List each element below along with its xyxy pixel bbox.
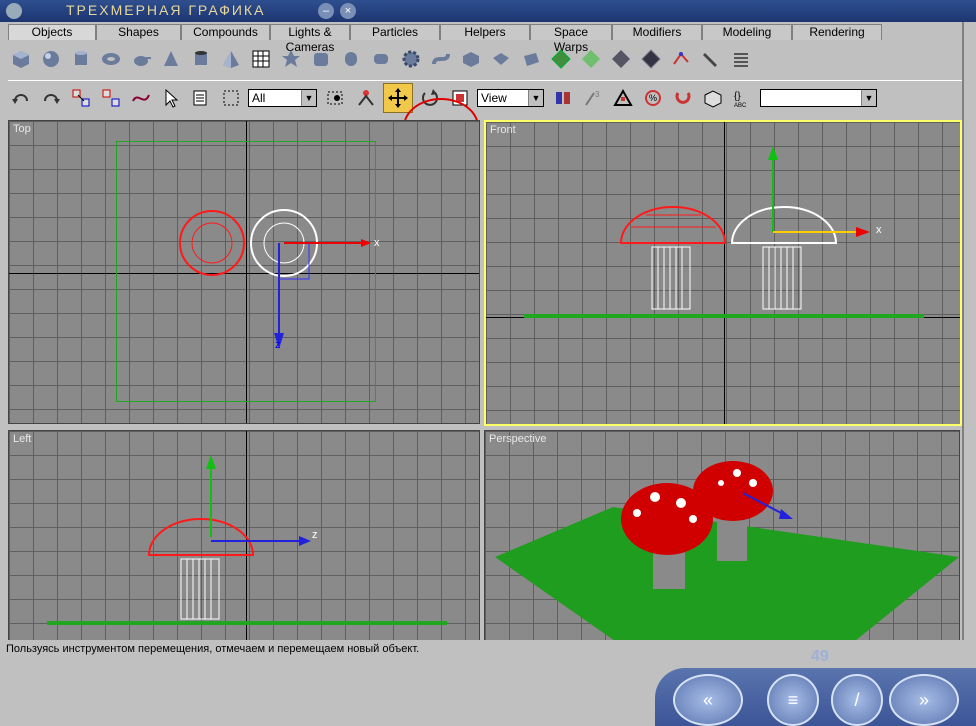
tab-helpers[interactable]: Helpers xyxy=(440,24,530,40)
objects-toolbar xyxy=(8,42,962,76)
select-and-move-button[interactable] xyxy=(383,83,413,113)
command-tabs: Objects Shapes Compounds Lights & Camera… xyxy=(8,24,882,54)
title-bar: ТРЕХМЕРНАЯ ГРАФИКА – × xyxy=(0,0,976,22)
page-number: 49 xyxy=(811,648,829,665)
close-button[interactable]: × xyxy=(340,3,356,19)
axis-label-x: x xyxy=(876,224,882,236)
navigation-bar: « ≡ / » xyxy=(655,668,976,726)
top-viewport[interactable]: Top x z xyxy=(8,120,480,424)
tab-space-warps[interactable]: Space Warps xyxy=(530,24,612,54)
teapot-icon[interactable] xyxy=(128,46,154,72)
reference-coord-value: View xyxy=(481,91,507,105)
chevron-down-icon: ▼ xyxy=(528,90,543,106)
perspective-view-objects xyxy=(495,461,959,641)
patch-grid-icon[interactable] xyxy=(548,46,574,72)
select-by-name-icon[interactable] xyxy=(188,85,214,111)
tab-compounds[interactable]: Compounds xyxy=(181,24,270,40)
torus-icon[interactable] xyxy=(98,46,124,72)
mirror-icon[interactable] xyxy=(610,85,636,111)
dummy-icon[interactable] xyxy=(698,46,724,72)
menu-button[interactable]: ≡ xyxy=(767,674,819,726)
chamfer-box-icon[interactable] xyxy=(308,46,334,72)
tab-modifiers[interactable]: Modifiers xyxy=(612,24,702,40)
status-caption: Пользуясь инструментом перемещения, отме… xyxy=(6,643,420,655)
select-and-link-icon[interactable] xyxy=(353,85,379,111)
geosphere-icon[interactable] xyxy=(278,46,304,72)
selection-filter-dropdown[interactable]: All ▼ xyxy=(248,89,317,107)
chevron-down-icon: ▼ xyxy=(301,90,316,106)
tab-modeling[interactable]: Modeling xyxy=(702,24,792,40)
tab-objects[interactable]: Objects xyxy=(8,24,96,40)
forward-button[interactable]: » xyxy=(889,674,959,726)
max-application: Objects Shapes Compounds Lights & Camera… xyxy=(0,22,964,642)
unlink-icon[interactable] xyxy=(98,85,124,111)
main-toolbar: All ▼ View ▼ 3 % {} ABC ▼ xyxy=(8,80,962,115)
angle-snap-icon[interactable]: % xyxy=(640,85,666,111)
back-button[interactable]: « xyxy=(673,674,743,726)
bone-icon[interactable] xyxy=(668,46,694,72)
pen-icon: / xyxy=(854,690,860,710)
prism-icon[interactable] xyxy=(518,46,544,72)
named-selection-icon[interactable] xyxy=(700,85,726,111)
axis-constraint-icon[interactable]: 3 xyxy=(580,85,606,111)
nurbs-surface-icon[interactable] xyxy=(608,46,634,72)
spindle-icon[interactable] xyxy=(488,46,514,72)
app-logo-icon xyxy=(6,3,22,19)
perspective-viewport[interactable]: Perspective xyxy=(484,430,960,642)
double-chevron-left-icon: « xyxy=(702,690,713,710)
rectangular-region-icon[interactable] xyxy=(218,85,244,111)
tab-particles[interactable]: Particles xyxy=(350,24,440,40)
front-view-objects xyxy=(524,146,924,318)
selection-filter-value: All xyxy=(252,91,266,105)
oiltank-icon[interactable] xyxy=(368,46,394,72)
cylinder-icon[interactable] xyxy=(68,46,94,72)
select-object-icon[interactable] xyxy=(158,85,184,111)
spring-icon[interactable] xyxy=(728,46,754,72)
edit-button[interactable]: / xyxy=(831,674,883,726)
chevron-down-icon: ▼ xyxy=(861,90,876,106)
pyramid-icon[interactable] xyxy=(218,46,244,72)
axis-label-z: z xyxy=(312,529,318,541)
minimize-button[interactable]: – xyxy=(318,3,334,19)
left-view-objects xyxy=(47,455,447,625)
svg-text:{}: {} xyxy=(734,91,741,102)
menu-lines-icon: ≡ xyxy=(787,690,799,710)
box-icon[interactable] xyxy=(8,46,34,72)
select-link-icon[interactable] xyxy=(68,85,94,111)
tube-icon[interactable] xyxy=(188,46,214,72)
svg-text:ABC: ABC xyxy=(734,103,747,109)
named-selection-dropdown[interactable]: ▼ xyxy=(760,89,877,107)
tab-rendering[interactable]: Rendering xyxy=(792,24,882,40)
sphere-icon[interactable] xyxy=(38,46,64,72)
front-viewport[interactable]: Front x xyxy=(484,120,962,426)
spinner-snap-icon[interactable] xyxy=(670,85,696,111)
window-title: ТРЕХМЕРНАЯ ГРАФИКА xyxy=(66,2,266,18)
capsule-icon[interactable] xyxy=(338,46,364,72)
window-crossing-icon[interactable] xyxy=(323,85,349,111)
svg-text:%: % xyxy=(649,93,657,103)
tab-lights-cameras[interactable]: Lights & Cameras xyxy=(270,24,350,54)
hedra-icon[interactable] xyxy=(458,46,484,72)
nurbs-cv-icon[interactable] xyxy=(638,46,664,72)
redo-icon[interactable] xyxy=(38,85,64,111)
axis-label-x: x xyxy=(374,237,380,249)
undo-icon[interactable] xyxy=(8,85,34,111)
bind-space-warp-icon[interactable] xyxy=(128,85,154,111)
axis-label-z: z xyxy=(275,339,281,351)
double-chevron-right-icon: » xyxy=(918,690,929,710)
reference-coord-dropdown[interactable]: View ▼ xyxy=(477,89,544,107)
cone-icon[interactable] xyxy=(158,46,184,72)
hose-icon[interactable] xyxy=(428,46,454,72)
svg-text:3: 3 xyxy=(595,90,600,99)
tab-shapes[interactable]: Shapes xyxy=(96,24,181,40)
edit-named-selections-icon[interactable]: {} ABC xyxy=(730,85,756,111)
plane-grid-icon[interactable] xyxy=(248,46,274,72)
gear-icon[interactable] xyxy=(398,46,424,72)
left-viewport[interactable]: Left z xyxy=(8,430,480,642)
tri-patch-icon[interactable] xyxy=(578,46,604,72)
pivot-center-icon[interactable] xyxy=(550,85,576,111)
top-view-objects xyxy=(179,209,371,349)
